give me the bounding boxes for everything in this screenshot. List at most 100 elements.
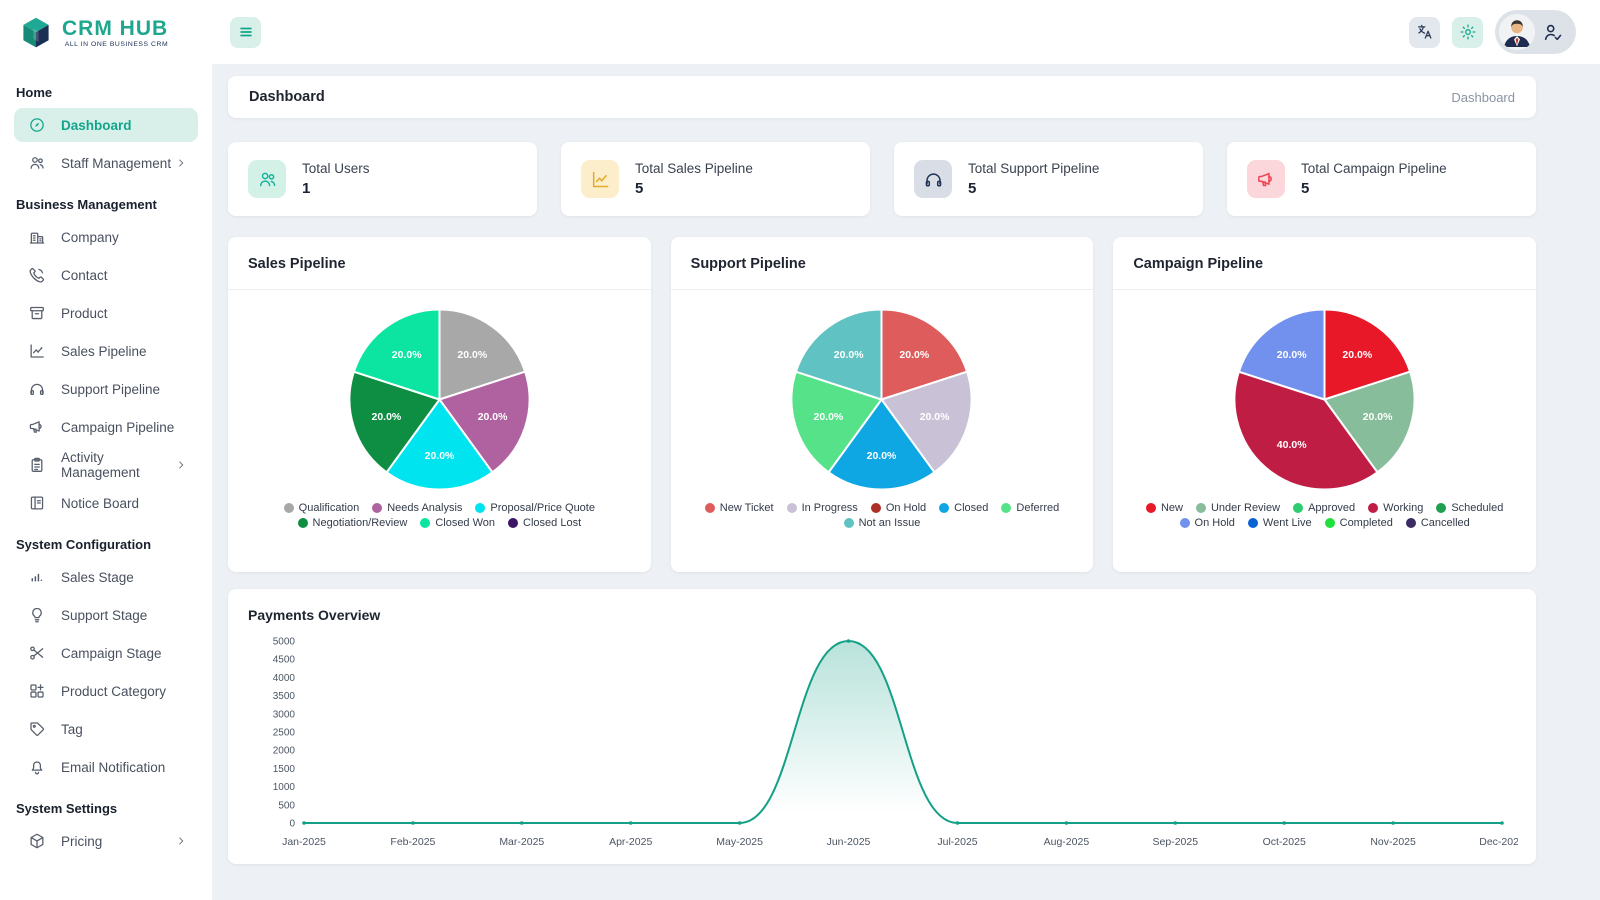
legend-label: Closed (954, 502, 988, 514)
page-header: Dashboard Dashboard (228, 76, 1536, 118)
chevron-right-icon (174, 834, 188, 848)
pie-chart: 20.0%20.0%40.0%20.0% (1231, 306, 1418, 493)
users-icon (28, 154, 46, 172)
sidebar-item-campaign-stage[interactable]: Campaign Stage (14, 636, 198, 670)
legend-item-working[interactable]: Working (1368, 502, 1423, 514)
data-point (847, 639, 851, 643)
legend-dot (1436, 503, 1446, 513)
legend-item-proposal-price-quote[interactable]: Proposal/Price Quote (475, 502, 595, 514)
legend-item-closed-lost[interactable]: Closed Lost (508, 517, 581, 529)
sidebar-item-contact[interactable]: Contact (14, 258, 198, 292)
sidebar-item-dashboard[interactable]: Dashboard (14, 108, 198, 142)
translate-button[interactable] (1409, 17, 1440, 48)
legend-dot (1293, 503, 1303, 513)
sidebar-item-support-pipeline[interactable]: Support Pipeline (14, 372, 198, 406)
y-axis-tick: 2500 (273, 728, 296, 739)
sidebar-item-activity-management[interactable]: Activity Management (14, 448, 198, 482)
legend-label: Negotiation/Review (313, 517, 408, 529)
profile-menu[interactable] (1495, 10, 1576, 54)
users-icon (248, 160, 286, 198)
sidebar-item-notice-board[interactable]: Notice Board (14, 486, 198, 520)
pie-slice-value: 20.0% (814, 411, 844, 423)
legend-dot (939, 503, 949, 513)
sidebar-item-campaign-pipeline[interactable]: Campaign Pipeline (14, 410, 198, 444)
sales-pipeline-card-title: Sales Pipeline (228, 237, 651, 290)
data-point (411, 821, 415, 825)
user-avatar (1499, 14, 1535, 50)
sidebar-item-label: Pricing (61, 834, 174, 849)
legend-item-needs-analysis[interactable]: Needs Analysis (372, 502, 462, 514)
legend-item-scheduled[interactable]: Scheduled (1436, 502, 1503, 514)
gear-icon (1459, 23, 1477, 41)
sidebar-item-staff-management[interactable]: Staff Management (14, 146, 198, 180)
y-axis-tick: 2000 (273, 746, 296, 757)
sidebar-item-company[interactable]: Company (14, 220, 198, 254)
sidebar-item-label: Company (61, 230, 188, 245)
pie-slice-value: 20.0% (900, 349, 930, 361)
bell-icon (28, 758, 46, 776)
settings-button[interactable] (1452, 17, 1483, 48)
legend-dot (508, 518, 518, 528)
sidebar-item-sales-stage[interactable]: Sales Stage (14, 560, 198, 594)
legend-item-on-hold[interactable]: On Hold (1180, 517, 1235, 529)
breadcrumb[interactable]: Dashboard (1451, 90, 1515, 105)
campaign-pipeline-card: Campaign Pipeline 20.0%20.0%40.0%20.0%Ne… (1113, 237, 1536, 572)
legend-item-not-an-issue[interactable]: Not an Issue (844, 517, 921, 529)
legend-dot (1368, 503, 1378, 513)
sidebar-item-label: Campaign Stage (61, 646, 188, 661)
legend-item-on-hold[interactable]: On Hold (871, 502, 926, 514)
menu-toggle-button[interactable] (230, 17, 261, 48)
campaign-pipeline-icon (28, 418, 46, 436)
legend-item-closed[interactable]: Closed (939, 502, 988, 514)
sidebar-item-sales-pipeline[interactable]: Sales Pipeline (14, 334, 198, 368)
legend-dot (705, 503, 715, 513)
sidebar-item-label: Campaign Pipeline (61, 420, 188, 435)
support-stage-icon (28, 606, 46, 624)
legend-label: New (1161, 502, 1183, 514)
pie-slice-value: 20.0% (392, 349, 422, 361)
legend-dot (1180, 518, 1190, 528)
y-axis-tick: 5000 (273, 637, 296, 648)
stat-card-total-users: Total Users1 (228, 142, 537, 216)
legend-item-under-review[interactable]: Under Review (1196, 502, 1280, 514)
legend-label: Deferred (1016, 502, 1059, 514)
legend-dot (284, 503, 294, 513)
notice-board-icon (28, 494, 46, 512)
x-axis-label: Jul-2025 (937, 836, 977, 848)
legend-item-completed[interactable]: Completed (1325, 517, 1393, 529)
data-point (520, 821, 524, 825)
sidebar-item-label: Staff Management (61, 156, 174, 171)
y-axis-tick: 3500 (273, 691, 296, 702)
sidebar-item-product-category[interactable]: Product Category (14, 674, 198, 708)
sidebar-item-product[interactable]: Product (14, 296, 198, 330)
menu-icon (237, 23, 255, 41)
legend-label: In Progress (802, 502, 858, 514)
chevron-right-icon (174, 156, 188, 170)
sidebar-item-label: Product (61, 306, 188, 321)
pie-slice-value: 20.0% (920, 411, 950, 423)
legend-label: Needs Analysis (387, 502, 462, 514)
legend-item-deferred[interactable]: Deferred (1001, 502, 1059, 514)
legend-item-negotiation-review[interactable]: Negotiation/Review (298, 517, 408, 529)
data-point (1282, 821, 1286, 825)
stat-value: 5 (968, 180, 1099, 197)
stat-card-total-support-pipeline: Total Support Pipeline5 (894, 142, 1203, 216)
sidebar-section-system-settings: System Settings (16, 801, 196, 816)
legend-item-cancelled[interactable]: Cancelled (1406, 517, 1470, 529)
legend-item-in-progress[interactable]: In Progress (787, 502, 858, 514)
legend-item-closed-won[interactable]: Closed Won (420, 517, 495, 529)
pie-slice-value: 20.0% (1343, 349, 1373, 361)
data-point (738, 821, 742, 825)
company-icon (28, 228, 46, 246)
sidebar-item-tag[interactable]: Tag (14, 712, 198, 746)
legend-item-new-ticket[interactable]: New Ticket (705, 502, 774, 514)
legend-item-went-live[interactable]: Went Live (1248, 517, 1312, 529)
sidebar-item-email-notification[interactable]: Email Notification (14, 750, 198, 784)
sidebar-item-support-stage[interactable]: Support Stage (14, 598, 198, 632)
brand-logo[interactable]: CRM HUB ALL IN ONE BUSINESS CRM (0, 0, 212, 64)
sidebar-item-pricing[interactable]: Pricing (14, 824, 198, 858)
brand-logo-cube-icon (18, 15, 54, 51)
legend-item-new[interactable]: New (1146, 502, 1183, 514)
legend-item-qualification[interactable]: Qualification (284, 502, 360, 514)
legend-item-approved[interactable]: Approved (1293, 502, 1355, 514)
